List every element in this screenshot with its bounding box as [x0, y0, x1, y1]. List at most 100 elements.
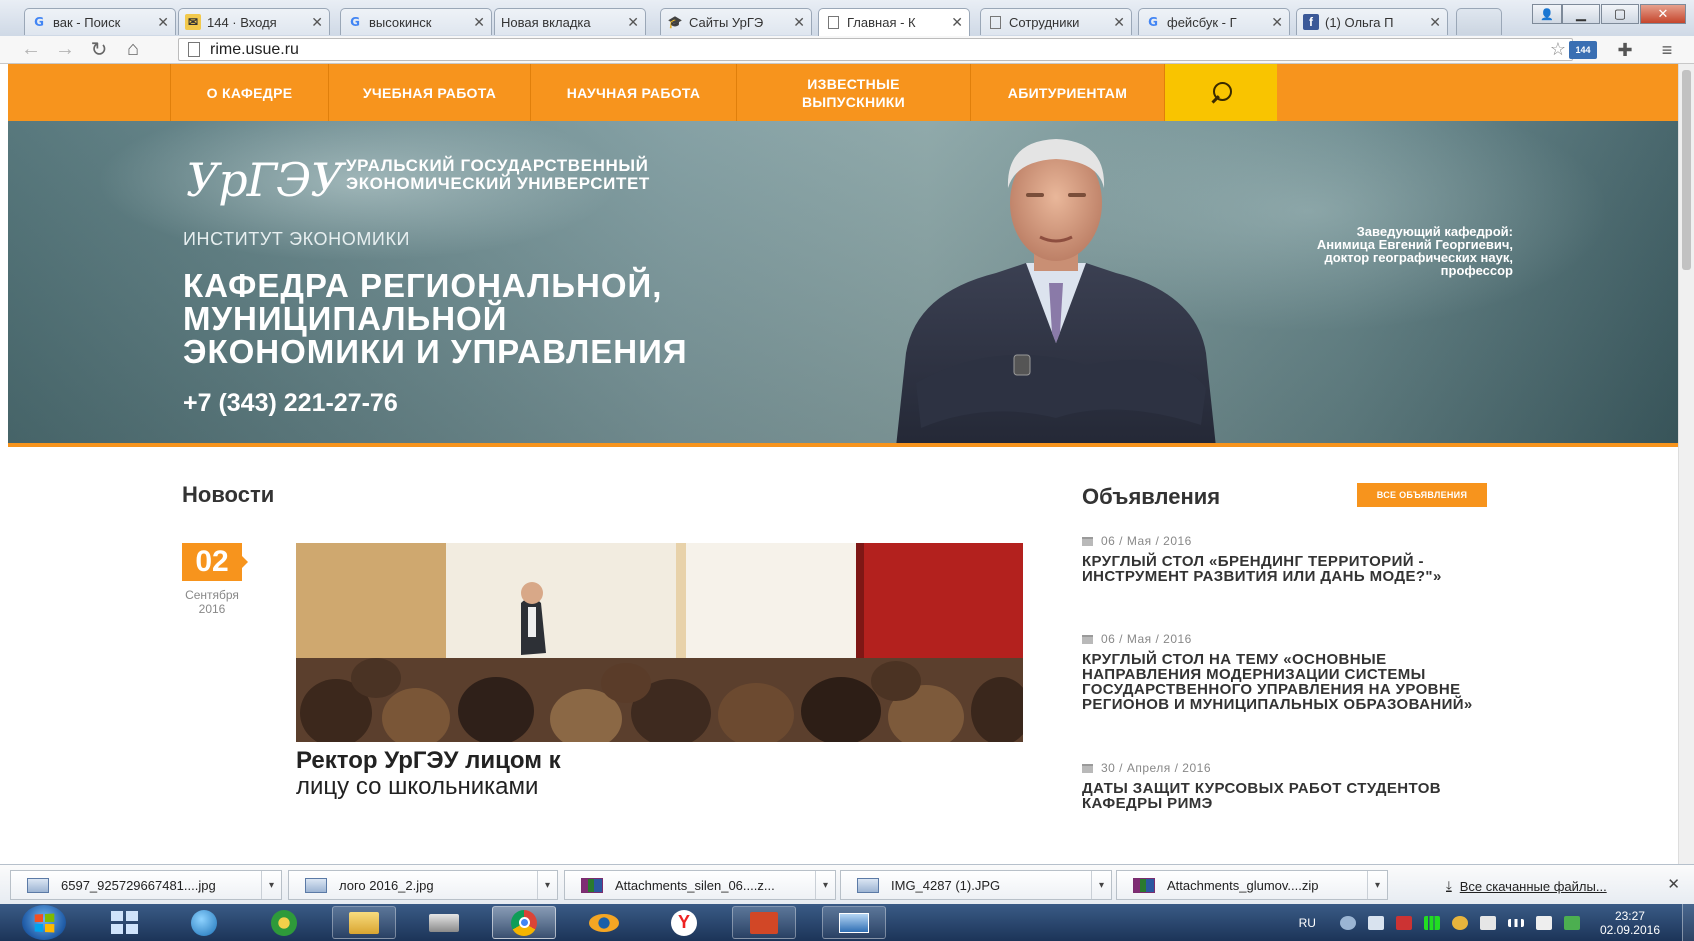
windows-taskbar: Y RU 23:27 02.09.2016: [0, 904, 1694, 941]
taskbar-app-green[interactable]: [252, 906, 316, 939]
browser-tab[interactable]: ✉ 144 · Входя ✕: [178, 8, 330, 35]
screen: G вак - Поиск ✕ ✉ 144 · Входя ✕ G высоки…: [0, 0, 1694, 941]
close-tab-icon[interactable]: ✕: [157, 14, 169, 31]
close-tab-icon[interactable]: ✕: [627, 14, 639, 31]
forward-icon[interactable]: →: [48, 37, 82, 63]
start-button[interactable]: [22, 905, 66, 940]
site-search-button[interactable]: [1165, 64, 1277, 121]
language-indicator[interactable]: RU: [1299, 916, 1316, 930]
yandex-icon: Y: [671, 909, 697, 936]
printer-icon: [429, 913, 459, 932]
nav-item-science[interactable]: НАУЧНАЯ РАБОТА: [531, 64, 737, 121]
taskbar-app-launcher[interactable]: [92, 906, 156, 939]
browser-tab[interactable]: G фейсбук - Г ✕: [1138, 8, 1290, 35]
department-head-caption: Заведующий кафедрой: Анимица Евгений Гео…: [1316, 224, 1513, 278]
chevron-down-icon[interactable]: ▾: [1091, 871, 1111, 899]
all-downloads-link[interactable]: ⤓ Все скачанные файлы...: [1446, 878, 1607, 894]
news-heading: Новости: [182, 482, 275, 507]
announcement-date: 06 / Мая / 2016: [1082, 534, 1192, 548]
chevron-down-icon[interactable]: ▾: [815, 871, 835, 899]
close-tab-icon[interactable]: ✕: [311, 14, 323, 31]
extensions-puzzle-icon[interactable]: ✚: [1604, 37, 1646, 63]
page-icon: [987, 14, 1003, 30]
user-profile-icon[interactable]: 👤: [1532, 4, 1562, 24]
volume-icon[interactable]: [1479, 915, 1496, 930]
chevron-down-icon[interactable]: ▾: [537, 871, 557, 899]
close-icon[interactable]: ✕: [1667, 875, 1680, 893]
taskbar-app-eye[interactable]: [572, 906, 636, 939]
menu-icon[interactable]: ≡: [1646, 37, 1688, 63]
announcement-date: 30 / Апреля / 2016: [1082, 761, 1211, 775]
download-item[interactable]: IMG_4287 (1).JPG ▾: [840, 870, 1112, 900]
taskbar-app-scanner[interactable]: [412, 906, 476, 939]
taskbar-yandex[interactable]: Y: [652, 906, 716, 939]
taskbar-image-viewer[interactable]: [822, 906, 886, 939]
flag-alert-icon[interactable]: [1395, 915, 1412, 930]
taskbar-explorer[interactable]: [332, 906, 396, 939]
close-tab-icon[interactable]: ✕: [1271, 14, 1283, 31]
system-tray: RU 23:27 02.09.2016: [1299, 904, 1694, 941]
power-icon[interactable]: [1563, 915, 1580, 930]
new-tab-button[interactable]: [1456, 8, 1502, 35]
announcement-link[interactable]: КРУГЛЫЙ СТОЛ «БРЕНДИНГ ТЕРРИТОРИЙ - ИНСТ…: [1082, 554, 1502, 584]
announcement-link[interactable]: ДАТЫ ЗАЩИТ КУРСОВЫХ РАБОТ СТУДЕНТОВ КАФЕ…: [1082, 781, 1502, 811]
close-tab-icon[interactable]: ✕: [1429, 14, 1441, 31]
download-item[interactable]: 6597_925729667481....jpg ▾: [10, 870, 282, 900]
department-head-photo: [896, 139, 1216, 447]
action-center-flag-icon[interactable]: [1535, 915, 1552, 930]
close-tab-icon[interactable]: ✕: [951, 14, 963, 31]
reload-icon[interactable]: ↻: [82, 37, 116, 63]
close-tab-icon[interactable]: ✕: [1113, 14, 1125, 31]
scrollbar-thumb[interactable]: [1682, 70, 1691, 270]
hero-accent-line: [8, 443, 1678, 447]
windows-logo-icon: [34, 913, 55, 932]
announcement-link[interactable]: КРУГЛЫЙ СТОЛ НА ТЕМУ «ОСНОВНЫЕ НАПРАВЛЕН…: [1082, 652, 1502, 712]
browser-tab[interactable]: G вак - Поиск ✕: [24, 8, 176, 35]
updates-icon[interactable]: [1451, 915, 1468, 930]
taskbar-clock[interactable]: 23:27 02.09.2016: [1600, 909, 1660, 937]
browser-tab[interactable]: 🎓 Сайты УрГЭ ✕: [660, 8, 812, 35]
address-bar[interactable]: rime.usue.ru ☆: [178, 38, 1573, 61]
university-logo[interactable]: УрГЭУ: [186, 153, 344, 207]
network-icon[interactable]: [1507, 918, 1524, 927]
chevron-down-icon[interactable]: ▾: [261, 871, 281, 899]
browser-tab[interactable]: G высокинск ✕: [340, 8, 492, 35]
signal-icon[interactable]: [1423, 915, 1440, 930]
mail-extension-icon[interactable]: 144: [1562, 37, 1604, 63]
browser-tab[interactable]: Сотрудники ✕: [980, 8, 1132, 35]
taskbar-powerpoint[interactable]: [732, 906, 796, 939]
nav-item-study[interactable]: УЧЕБНАЯ РАБОТА: [329, 64, 531, 121]
chevron-down-icon[interactable]: ▾: [1367, 871, 1387, 899]
chat-icon[interactable]: [1339, 915, 1356, 930]
all-announcements-button[interactable]: ВСЕ ОБЪЯВЛЕНИЯ: [1357, 483, 1487, 507]
minimize-icon[interactable]: ▁: [1562, 4, 1600, 24]
browser-toolbar: ← → ↻ ⌂ rime.usue.ru ☆ 144 ✚ ≡: [0, 36, 1694, 64]
download-item[interactable]: Attachments_silen_06....z... ▾: [564, 870, 836, 900]
image-file-icon: [27, 877, 49, 893]
download-item[interactable]: Attachments_glumov....zip ▾: [1116, 870, 1388, 900]
announcement-date: 06 / Мая / 2016: [1082, 632, 1192, 646]
page-scrollbar[interactable]: [1678, 64, 1694, 864]
shield-icon: [271, 909, 297, 936]
site-nav: О КАФЕДРЕ УЧЕБНАЯ РАБОТА НАУЧНАЯ РАБОТА …: [8, 64, 1678, 121]
news-photo[interactable]: [296, 543, 1023, 742]
close-tab-icon[interactable]: ✕: [793, 14, 805, 31]
download-item[interactable]: лого 2016_2.jpg ▾: [288, 870, 558, 900]
nav-item-graduates[interactable]: ИЗВЕСТНЫЕ ВЫПУСКНИКИ: [737, 64, 971, 121]
browser-tab[interactable]: f (1) Ольга П ✕: [1296, 8, 1448, 35]
nav-item-applicants[interactable]: АБИТУРИЕНТАМ: [971, 64, 1165, 121]
nav-item-about[interactable]: О КАФЕДРЕ: [170, 64, 329, 121]
back-icon[interactable]: ←: [14, 37, 48, 63]
browser-tab[interactable]: Новая вкладка ✕: [494, 8, 646, 35]
home-icon[interactable]: ⌂: [116, 37, 150, 63]
close-tab-icon[interactable]: ✕: [473, 14, 485, 31]
browser-tab-active[interactable]: Главная - К ✕: [818, 8, 970, 36]
taskbar-chrome[interactable]: [492, 906, 556, 939]
news-headline[interactable]: Ректор УрГЭУ лицом к лицу со школьниками: [296, 748, 561, 800]
taskbar-app-globe[interactable]: [172, 906, 236, 939]
mail-icon[interactable]: [1367, 915, 1384, 930]
maximize-icon[interactable]: ▢: [1601, 4, 1639, 24]
show-desktop-button[interactable]: [1682, 904, 1694, 941]
window-close-icon[interactable]: ✕: [1640, 4, 1686, 24]
extension-badge: 144: [1569, 41, 1597, 59]
